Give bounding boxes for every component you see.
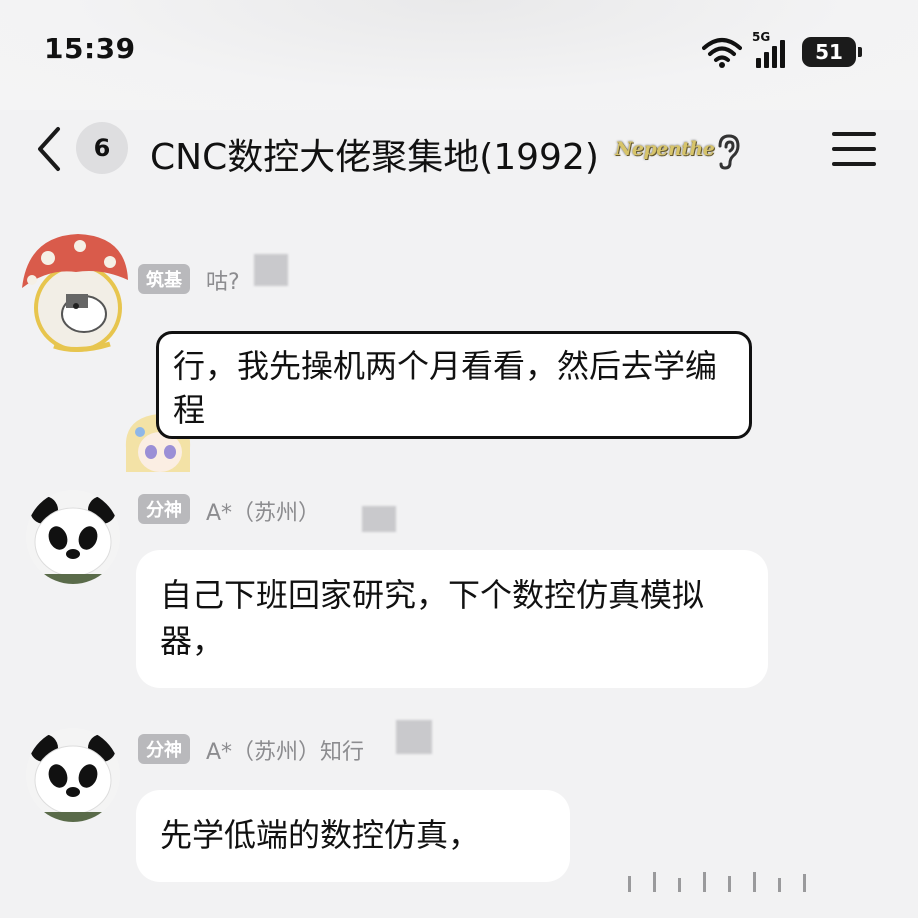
user-level-tag: 分神: [138, 734, 190, 764]
sender-name[interactable]: 咕?: [206, 264, 240, 296]
sender-name[interactable]: A*（苏州）: [206, 495, 320, 527]
blurred-name-fragment: [362, 506, 396, 532]
unread-count-badge[interactable]: 6: [76, 122, 128, 174]
avatar[interactable]: [18, 228, 130, 356]
user-level-tag: 分神: [138, 494, 190, 524]
message-bubble[interactable]: 自己下班回家研究，下个数控仿真模拟器，: [136, 550, 768, 688]
panda-avatar-icon: [26, 728, 120, 822]
message-text: 自己下班回家研究，下个数控仿真模拟器，: [160, 576, 705, 660]
panda-avatar-icon: [26, 490, 120, 584]
wifi-icon: [702, 38, 742, 68]
user-level-tag: 筑基: [138, 264, 190, 294]
menu-button[interactable]: [832, 132, 876, 168]
status-icons: 5G 51: [702, 30, 862, 68]
status-time: 15:39: [44, 32, 136, 65]
scroll-indicator: [628, 870, 898, 892]
ear-icon: [718, 134, 740, 170]
sender-name[interactable]: A*（苏州）知行: [206, 734, 364, 766]
chevron-left-icon: [38, 127, 60, 171]
battery-level: 51: [815, 40, 843, 64]
chat-title: CNC数控大佬聚集地(1992): [150, 137, 599, 178]
group-badge: Nepenthe: [615, 138, 715, 160]
hamburger-menu-icon: [832, 132, 876, 136]
avatar[interactable]: [26, 728, 120, 822]
message-text: 先学低端的数控仿真，: [160, 816, 481, 854]
back-button[interactable]: [28, 122, 68, 176]
avatar[interactable]: [26, 490, 120, 584]
ear-mode-button[interactable]: [712, 132, 744, 172]
message-text: 行，我先操机两个月看看，然后去学编程: [173, 347, 718, 429]
battery-icon: 51: [802, 37, 862, 67]
cellular-signal-icon: 5G: [752, 30, 792, 68]
blurred-name-fragment: [396, 720, 432, 754]
message-bubble[interactable]: 先学低端的数控仿真，: [136, 790, 570, 882]
message-bubble[interactable]: 行，我先操机两个月看看，然后去学编程: [156, 331, 752, 439]
mushroom-avatar-icon: [22, 234, 128, 352]
blurred-name-fragment: [254, 254, 288, 286]
